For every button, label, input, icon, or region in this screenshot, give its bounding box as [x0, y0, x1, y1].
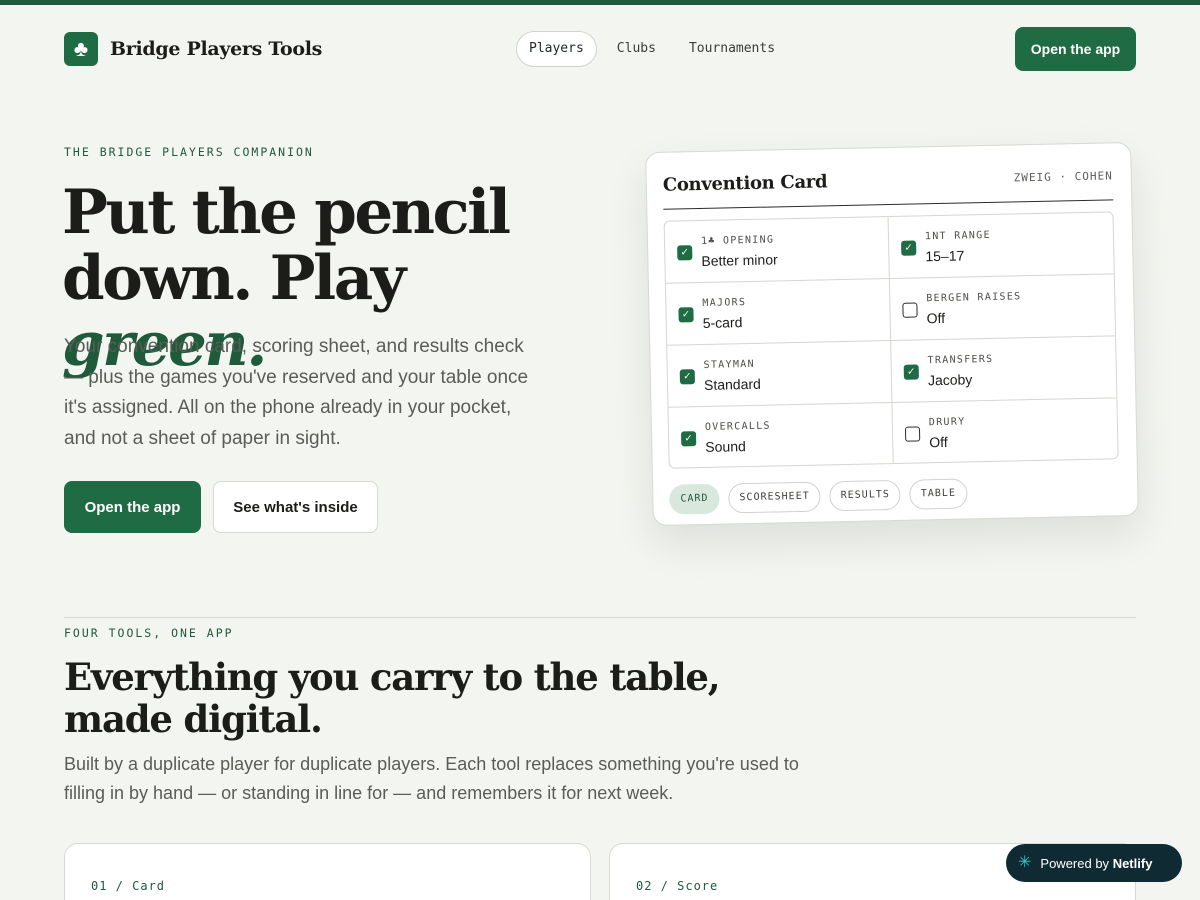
field-value: Sound [705, 438, 746, 455]
field-label: 1NT RANGE [924, 229, 991, 243]
tab-card[interactable]: CARD [669, 483, 720, 515]
field-label: MAJORS [702, 297, 747, 309]
field-label: BERGEN RAISES [926, 291, 1022, 305]
checkbox-bergen-raises[interactable] [902, 302, 918, 318]
field-value: Standard [703, 375, 762, 393]
badge-name: Netlify [1112, 855, 1153, 871]
nav-item-tournaments[interactable]: Tournaments [676, 31, 788, 67]
field-value: 15–17 [925, 247, 965, 265]
checkbox-transfers[interactable]: ✓ [903, 364, 919, 380]
field-value: Off [929, 433, 948, 451]
field-label: TRANSFERS [927, 353, 994, 367]
netlify-icon: ✳ [1018, 854, 1032, 871]
convention-card: Convention Card ZWEIG · COHEN ✓ 1♣ OPENI… [645, 141, 1139, 527]
field-transfers: ✓ TRANSFERS Jacoby [891, 336, 1117, 404]
brand-name: Bridge Players Tools [110, 38, 323, 60]
section-title: Everything you carry to the table, made … [64, 655, 721, 741]
field-label: OVERCALLS [704, 420, 771, 433]
netlify-badge[interactable]: ✳ Powered by Netlify [1006, 844, 1182, 882]
tool-card-tag: 02 / Score [636, 879, 719, 893]
card-fields-grid: ✓ 1♣ OPENING Better minor ✓ 1NT RANGE 15… [663, 211, 1119, 469]
checkbox-overcalls[interactable]: ✓ [680, 431, 697, 447]
header-open-app-button[interactable]: Open the app [1015, 27, 1136, 71]
checkbox-majors[interactable]: ✓ [678, 307, 694, 323]
field-stayman: ✓ STAYMAN Standard [667, 341, 893, 408]
hero-title-line2: down. Play [62, 243, 406, 314]
nav-item-clubs[interactable]: Clubs [604, 31, 669, 67]
checkbox-stayman[interactable]: ✓ [679, 369, 696, 385]
card-tabs: CARD SCORESHEET RESULTS TABLE [669, 478, 968, 515]
checkbox-opening[interactable]: ✓ [677, 245, 693, 261]
field-value: 5-card [702, 314, 743, 331]
main-nav: Players Clubs Tournaments [516, 31, 795, 67]
field-overcalls: ✓ OVERCALLS Sound [668, 403, 894, 469]
section-divider [64, 617, 1136, 618]
field-nt-range: ✓ 1NT RANGE 15–17 [888, 212, 1114, 280]
brand-logo[interactable]: ♣ Bridge Players Tools [64, 32, 322, 66]
field-label: DRURY [928, 416, 966, 429]
field-value: Jacoby [927, 371, 973, 389]
hero-description: Your convention card, scoring sheet, and… [64, 336, 529, 449]
open-app-button[interactable]: Open the app [64, 481, 201, 533]
card-players: ZWEIG · COHEN [1013, 169, 1113, 185]
field-value: Better minor [701, 251, 778, 269]
field-majors: ✓ MAJORS 5-card [665, 279, 892, 346]
tool-card-card[interactable]: 01 / Card [64, 843, 591, 900]
checkbox-nt-range[interactable]: ✓ [901, 240, 917, 256]
field-label: STAYMAN [703, 358, 755, 371]
tab-scoresheet[interactable]: SCORESHEET [728, 481, 822, 514]
field-value: Off [926, 309, 946, 327]
club-suit-icon: ♣ [64, 32, 98, 66]
card-title-rule [663, 199, 1114, 210]
checkbox-drury[interactable] [904, 426, 921, 442]
tab-table[interactable]: TABLE [909, 478, 968, 510]
tool-card-tag: 01 / Card [91, 879, 166, 893]
field-opening: ✓ 1♣ OPENING Better minor [664, 217, 890, 284]
badge-prefix: Powered by [1040, 855, 1110, 871]
section-description: Built by a duplicate player for duplicat… [64, 754, 799, 803]
card-title: Convention Card [662, 171, 828, 196]
section-eyebrow: FOUR TOOLS, ONE APP [64, 626, 234, 640]
tab-results[interactable]: RESULTS [829, 479, 902, 512]
field-label: 1♣ OPENING [700, 234, 775, 247]
field-bergen-raises: BERGEN RAISES Off [889, 274, 1116, 342]
hero-eyebrow: THE BRIDGE PLAYERS COMPANION [64, 145, 314, 159]
see-inside-button[interactable]: See what's inside [213, 481, 378, 533]
field-drury: DRURY Off [892, 398, 1117, 465]
hero-title-line1: Put the pencil [62, 177, 511, 248]
top-accent-bar [0, 0, 1200, 5]
nav-item-players[interactable]: Players [516, 31, 597, 67]
netlify-badge-text: Powered by Netlify [1040, 856, 1152, 871]
